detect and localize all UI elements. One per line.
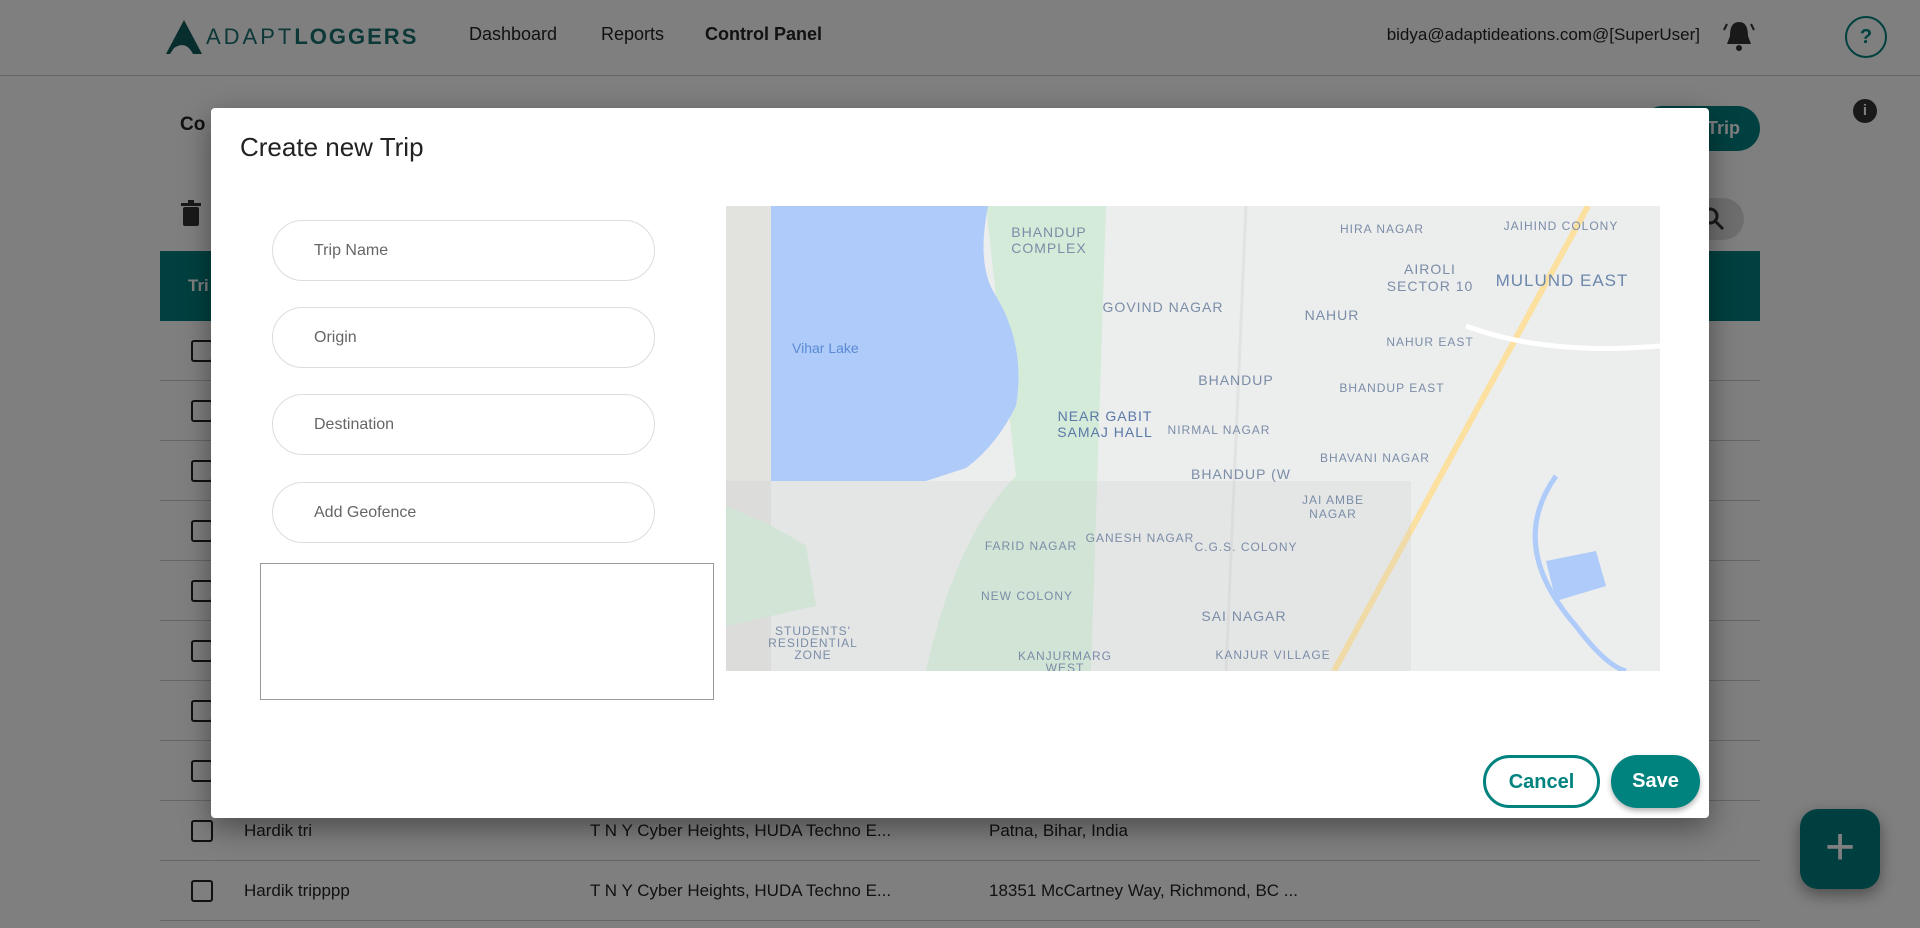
map-label: BHANDUP (W: [1191, 466, 1291, 482]
map-label: NAGAR: [1309, 507, 1357, 521]
map-label: BHANDUP: [1011, 224, 1086, 240]
map-label: SECTOR 10: [1387, 278, 1474, 294]
map-label: Vihar Lake: [792, 340, 859, 356]
origin-input[interactable]: [272, 307, 655, 368]
map-label: BHANDUP EAST: [1339, 381, 1444, 395]
map-label: JAI AMBE: [1302, 493, 1364, 507]
map-label: NEAR GABIT: [1058, 408, 1153, 424]
cancel-button[interactable]: Cancel: [1483, 755, 1600, 808]
map-label: NAHUR: [1305, 307, 1360, 323]
map-label: NAHUR EAST: [1386, 335, 1473, 349]
map-label: NIRMAL NAGAR: [1168, 423, 1271, 437]
map-label: HIRA NAGAR: [1340, 222, 1424, 236]
dialog-title: Create new Trip: [240, 132, 424, 162]
map-label: GOVIND NAGAR: [1103, 299, 1224, 315]
map-label: KANJUR VILLAGE: [1215, 648, 1330, 662]
map[interactable]: Vihar Lake BHANDUP COMPLEX GOVIND NAGAR …: [726, 206, 1660, 671]
map-label: SAI NAGAR: [1201, 608, 1286, 624]
geofence-list[interactable]: [260, 563, 714, 700]
map-label: MULUND EAST: [1496, 271, 1629, 290]
map-label: BHANDUP: [1198, 372, 1273, 388]
map-label: ZONE: [794, 648, 831, 662]
geofence-input[interactable]: [272, 482, 655, 543]
map-label: NEW COLONY: [981, 589, 1073, 603]
destination-input[interactable]: [272, 394, 655, 455]
create-trip-dialog: Create new Trip Vihar Lake BHANDUP COMPL…: [211, 108, 1709, 818]
map-label: SAMAJ HALL: [1057, 424, 1153, 440]
map-label: AIROLI: [1404, 261, 1456, 277]
map-label: BHAVANI NAGAR: [1320, 451, 1430, 465]
map-label: FARID NAGAR: [985, 539, 1077, 553]
map-label: JAIHIND COLONY: [1504, 219, 1619, 233]
map-label: COMPLEX: [1011, 240, 1086, 256]
map-label: GANESH NAGAR: [1086, 531, 1195, 545]
trip-name-input[interactable]: [272, 220, 655, 281]
map-label: WEST: [1046, 661, 1085, 671]
map-label: C.G.S. COLONY: [1194, 540, 1297, 554]
save-button[interactable]: Save: [1611, 755, 1700, 808]
